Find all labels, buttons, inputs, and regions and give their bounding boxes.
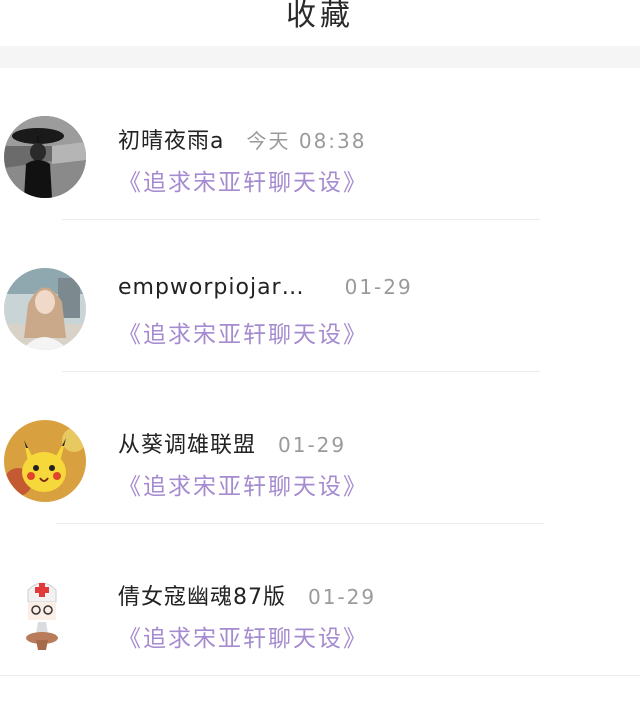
list-item[interactable]: 从葵调雄联盟 01-29 《追求宋亚轩聊天设》	[0, 372, 640, 524]
favorite-message[interactable]: 《追求宋亚轩聊天设》	[118, 163, 368, 197]
timestamp: 01-29	[278, 433, 347, 457]
timestamp: 01-29	[344, 275, 413, 299]
divider	[0, 675, 640, 676]
timestamp: 01-29	[308, 585, 377, 609]
contact-name: 从葵调雄联盟	[118, 433, 257, 458]
favorite-message[interactable]: 《追求宋亚轩聊天设》	[118, 315, 368, 349]
avatar[interactable]	[14, 572, 70, 654]
section-separator	[0, 46, 640, 68]
favorite-message[interactable]: 《追求宋亚轩聊天设》	[118, 467, 368, 501]
timestamp: 今天 08:38	[246, 129, 367, 153]
avatar[interactable]	[4, 268, 86, 350]
contact-name: empworpiojar…	[118, 275, 305, 300]
page-title: 收藏	[286, 0, 354, 33]
contact-name: 初晴夜雨a	[118, 129, 225, 154]
contact-name: 倩女寇幽魂87版	[118, 585, 286, 610]
header: 收藏	[0, 0, 640, 46]
avatar[interactable]	[4, 116, 86, 198]
list-item[interactable]: 初晴夜雨a 今天 08:38 《追求宋亚轩聊天设》	[0, 68, 640, 220]
favorite-message[interactable]: 《追求宋亚轩聊天设》	[118, 619, 368, 653]
avatar[interactable]	[4, 420, 86, 502]
list-item[interactable]: empworpiojar… 01-29 《追求宋亚轩聊天设》	[0, 220, 640, 372]
list-item[interactable]: 倩女寇幽魂87版 01-29 《追求宋亚轩聊天设》	[0, 524, 640, 676]
